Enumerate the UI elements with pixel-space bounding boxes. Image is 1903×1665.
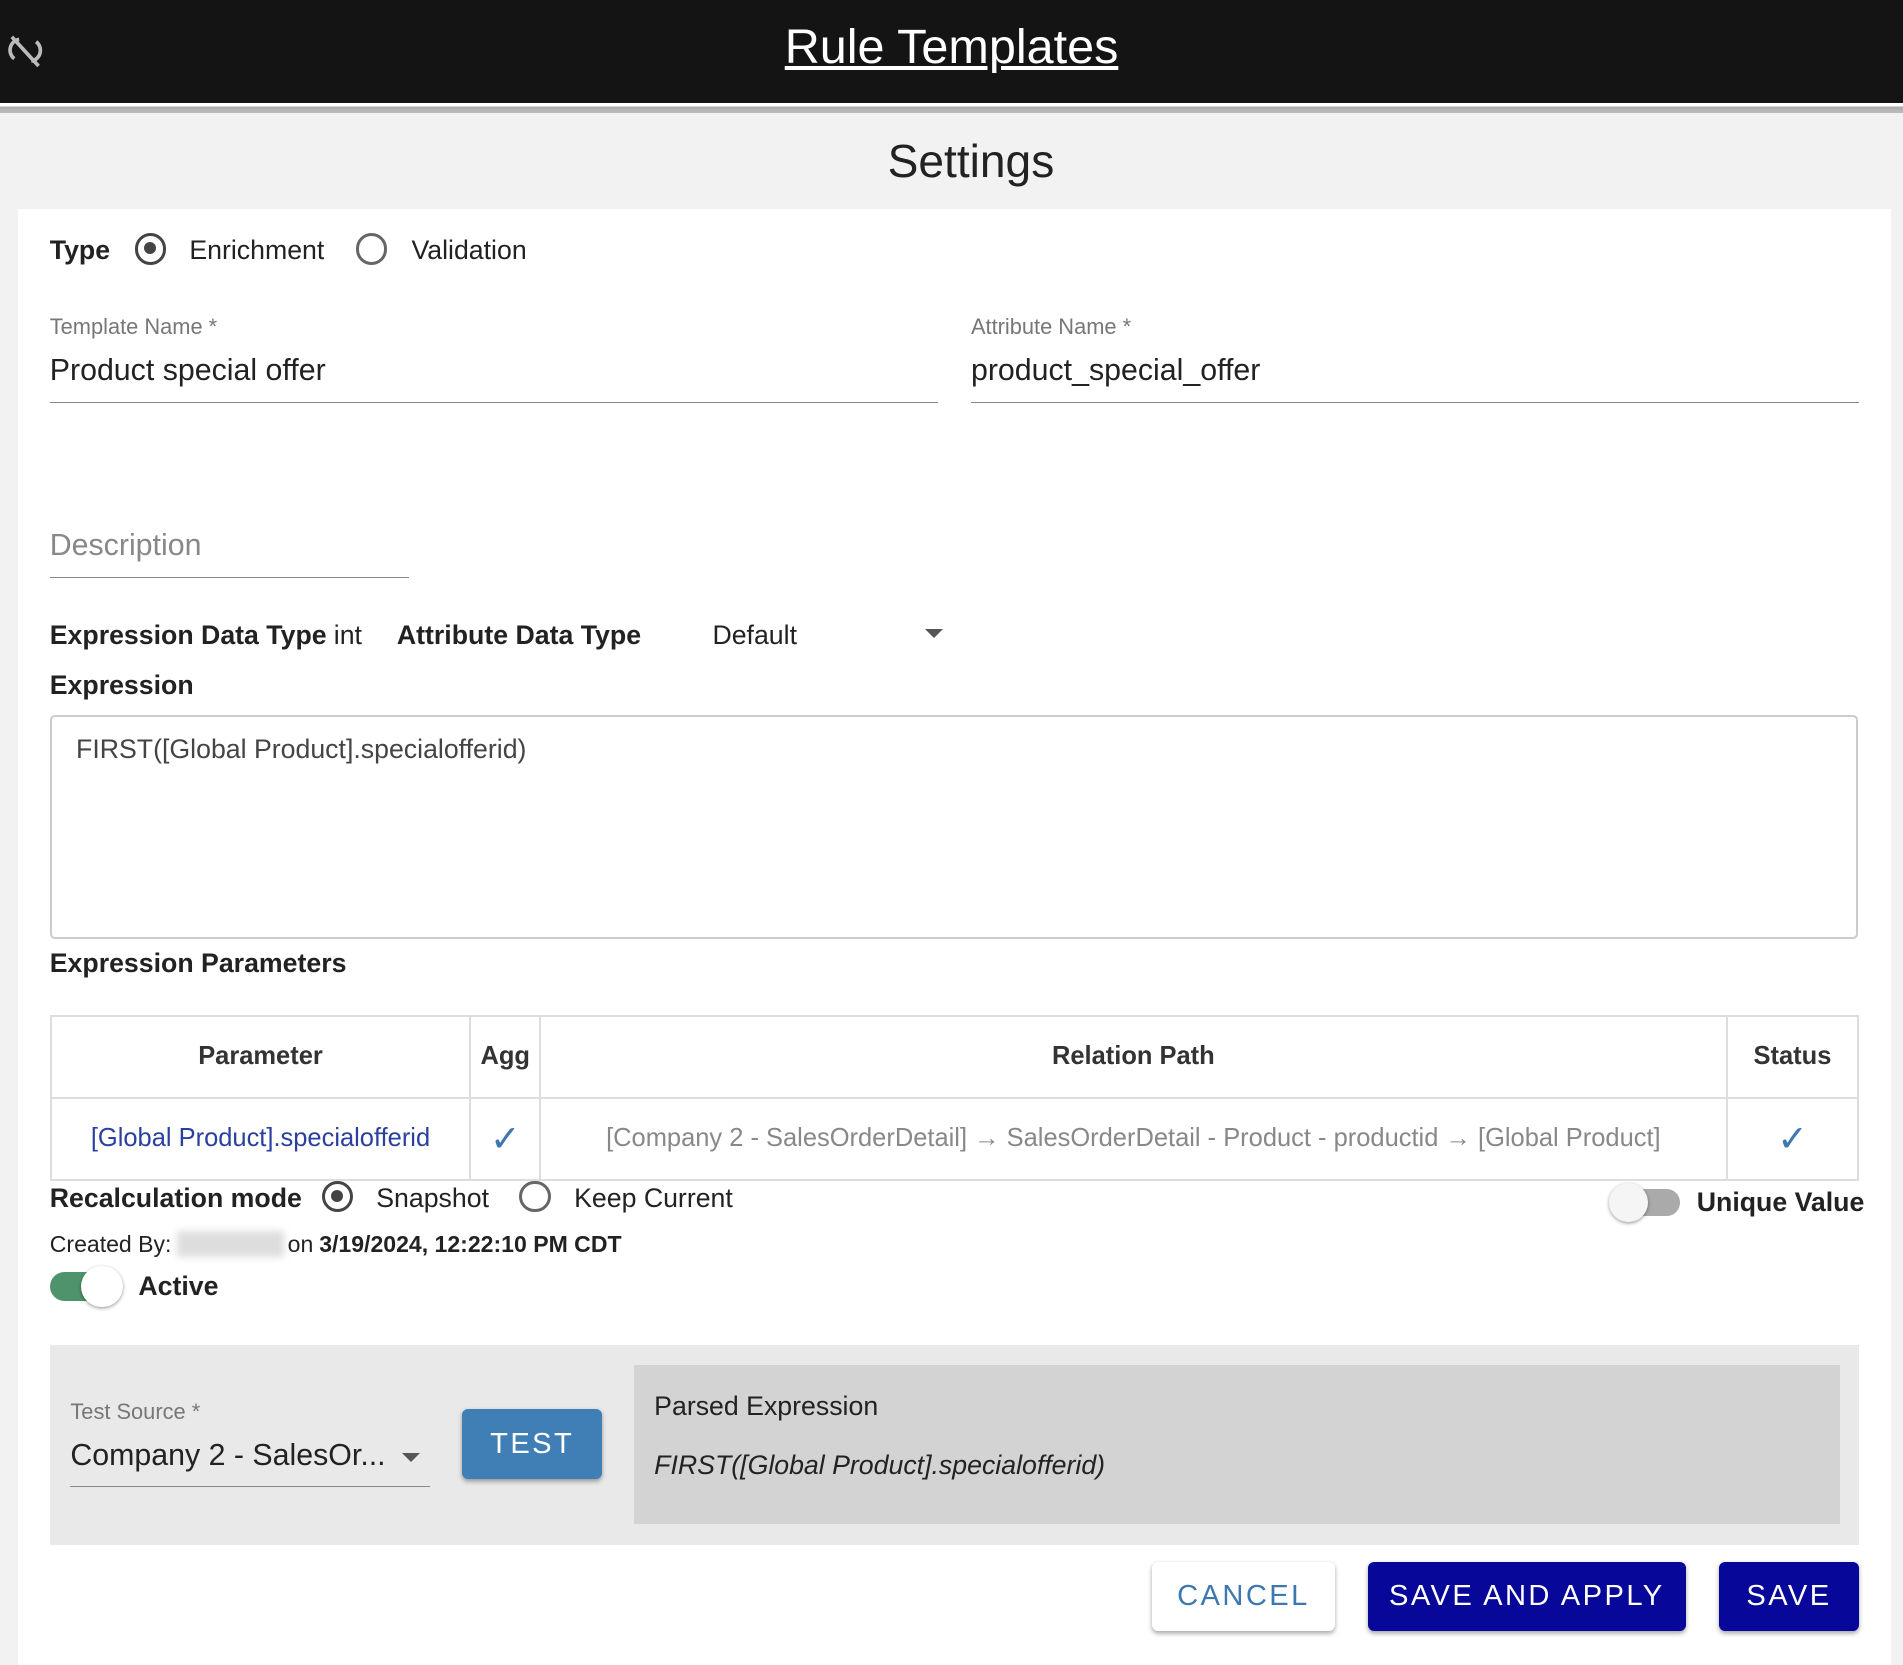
created-date: 3/19/2024, 12:22:10 PM CDT xyxy=(319,1230,622,1257)
type-label: Type xyxy=(49,235,111,266)
expression-textarea[interactable]: FIRST([Global Product].specialofferid) xyxy=(49,714,1859,940)
status-check-icon: ✓ xyxy=(1725,1096,1860,1181)
save-and-apply-button[interactable]: SAVE AND APPLY xyxy=(1367,1562,1686,1632)
radio-enrichment[interactable] xyxy=(134,233,167,265)
col-status: Status xyxy=(1725,1014,1860,1099)
expression-data-type-value: int xyxy=(333,620,362,651)
parsed-expression-label: Parsed Expression xyxy=(654,1390,879,1421)
app-title[interactable]: Rule Templates xyxy=(0,19,1903,75)
col-agg: Agg xyxy=(469,1014,542,1099)
template-name-label: Template Name * xyxy=(49,314,218,340)
parsed-expression-panel xyxy=(633,1365,1840,1525)
chevron-down-icon[interactable] xyxy=(401,1452,420,1463)
active-label: Active xyxy=(138,1270,219,1301)
attribute-name-label: Attribute Name * xyxy=(970,314,1132,340)
col-parameter: Parameter xyxy=(49,1014,472,1099)
test-button[interactable]: TEST xyxy=(462,1409,602,1480)
recalculation-label: Recalculation mode xyxy=(49,1183,302,1214)
radio-keep-current-label: Keep Current xyxy=(574,1183,733,1214)
expression-data-type-label: Expression Data Type xyxy=(49,620,327,651)
relation-path: [Company 2 - SalesOrderDetail] → SalesOr… xyxy=(539,1096,1728,1181)
created-by-label: Created By: xyxy=(49,1230,172,1257)
attribute-data-type-select[interactable]: Default xyxy=(712,620,797,651)
test-source-select[interactable]: Company 2 - SalesOr... xyxy=(70,1439,385,1473)
radio-snapshot-label: Snapshot xyxy=(376,1183,490,1214)
test-source-label: Test Source * xyxy=(70,1399,201,1425)
expression-parameters-label: Expression Parameters xyxy=(49,947,347,978)
parsed-expression-value: FIRST([Global Product].specialofferid) xyxy=(654,1450,1106,1481)
underline xyxy=(70,1485,430,1487)
col-relation-path: Relation Path xyxy=(539,1014,1728,1099)
toggle-knob[interactable] xyxy=(81,1265,123,1308)
underline xyxy=(49,401,939,403)
template-name-input[interactable]: Product special offer xyxy=(50,354,326,388)
blurred-user-name xyxy=(177,1230,284,1258)
attribute-data-type-label: Attribute Data Type xyxy=(396,620,642,651)
description-input[interactable]: Description xyxy=(50,529,202,563)
page-title: Settings xyxy=(887,134,1055,187)
agg-check-icon: ✓ xyxy=(469,1096,542,1181)
radio-enrichment-label: Enrichment xyxy=(189,235,325,266)
save-button[interactable]: SAVE xyxy=(1718,1562,1860,1632)
attribute-name-input[interactable]: product_special_offer xyxy=(971,354,1260,388)
parameters-table: Parameter Agg Relation Path Status [Glob… xyxy=(49,1014,1860,1181)
expression-label: Expression xyxy=(49,669,194,700)
radio-validation[interactable] xyxy=(355,233,388,265)
unique-value-label: Unique Value xyxy=(1696,1186,1865,1217)
table-header-row: Parameter Agg Relation Path Status xyxy=(49,1014,1860,1099)
parameter-link[interactable]: [Global Product].specialofferid xyxy=(49,1096,472,1181)
underline xyxy=(49,576,409,578)
created-on-text: on xyxy=(287,1230,314,1257)
underline xyxy=(970,401,1860,403)
radio-validation-label: Validation xyxy=(411,235,527,266)
cancel-button[interactable]: CANCEL xyxy=(1151,1562,1336,1632)
divider xyxy=(0,103,1903,113)
chevron-down-icon[interactable] xyxy=(924,628,943,639)
table-row: [Global Product].specialofferid ✓ [Compa… xyxy=(49,1096,1860,1181)
